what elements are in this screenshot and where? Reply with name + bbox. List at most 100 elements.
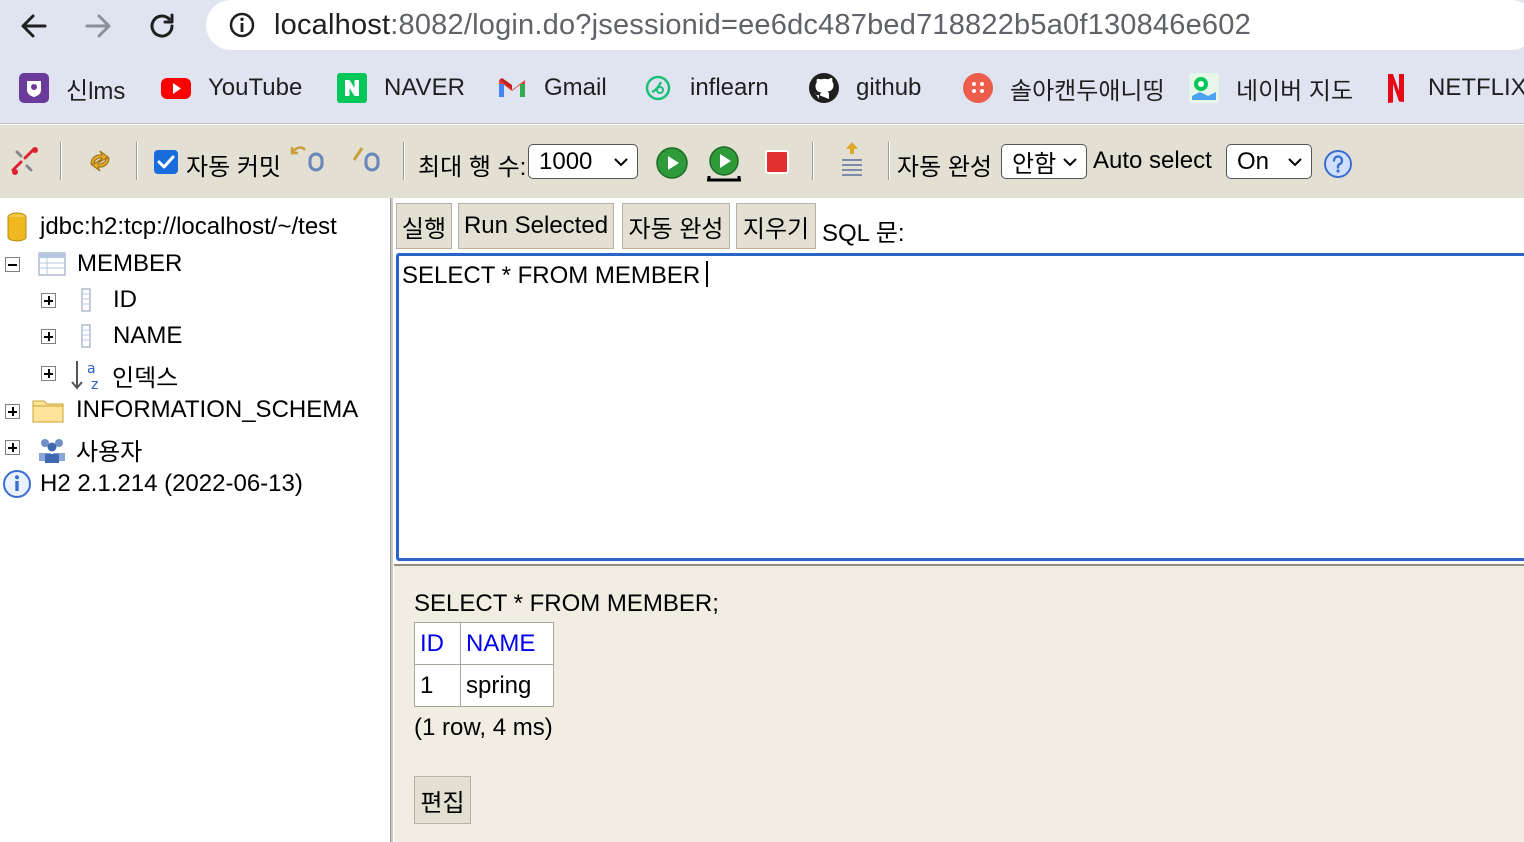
dots-icon <box>963 73 993 103</box>
commit-button[interactable] <box>350 141 386 177</box>
sort-az-icon: az <box>71 360 98 393</box>
github-icon <box>809 73 839 103</box>
schema-label: INFORMATION_SCHEMA <box>76 396 359 423</box>
info-icon[interactable] <box>228 11 256 39</box>
table-header-row: ID NAME <box>414 622 554 665</box>
pane-splitter[interactable] <box>390 198 393 842</box>
play-icon <box>656 147 688 179</box>
tree-table-member[interactable]: MEMBER <box>38 250 182 278</box>
run-button[interactable] <box>654 145 690 181</box>
table-icon <box>38 252 66 276</box>
expand-toggle[interactable] <box>5 440 20 455</box>
result-statement: SELECT * FROM MEMBER; <box>414 590 719 617</box>
auto-commit-checkbox[interactable] <box>152 148 180 176</box>
history-button[interactable] <box>834 139 870 181</box>
tree-indexes[interactable]: az 인덱스 <box>70 358 178 393</box>
toolbar-separator <box>888 142 890 180</box>
autocomplete-button[interactable]: 자동 완성 <box>622 203 730 249</box>
table-row: 1 spring <box>414 664 554 707</box>
users-label: 사용자 <box>76 439 143 466</box>
naver-map-icon <box>1189 73 1219 103</box>
column-header-id[interactable]: ID <box>414 622 461 665</box>
stop-icon <box>765 150 789 174</box>
stop-button[interactable] <box>762 147 792 177</box>
refresh-button[interactable] <box>82 143 118 179</box>
help-button[interactable] <box>1322 148 1354 180</box>
tree-column-id[interactable]: ID <box>80 286 137 314</box>
text-caret <box>706 261 708 287</box>
back-button[interactable] <box>14 6 54 46</box>
column-name: NAME <box>113 322 183 349</box>
history-icon <box>842 142 862 176</box>
bookmark-label: inflearn <box>690 74 769 101</box>
tree-connection[interactable]: jdbc:h2:tcp://localhost/~/test <box>6 212 337 242</box>
autocomplete-value: 안함 <box>1012 151 1057 178</box>
max-rows-select[interactable]: 1000 <box>528 144 638 179</box>
bookmark-label: NAVER <box>384 74 465 101</box>
bookmark-lms[interactable]: 신lms <box>18 70 125 106</box>
expand-toggle[interactable] <box>41 329 56 344</box>
disconnect-button[interactable] <box>6 143 42 179</box>
rollback-button[interactable] <box>290 141 330 177</box>
rollback-icon <box>290 146 324 172</box>
bookmark-github[interactable]: github <box>808 70 921 106</box>
edit-button[interactable]: 편집 <box>414 776 471 824</box>
checkbox-checked-icon <box>154 150 178 174</box>
commit-icon <box>352 147 380 172</box>
expand-toggle[interactable] <box>5 404 20 419</box>
auto-commit-label: 자동 커밋 <box>186 154 281 181</box>
bookmark-netflix[interactable]: NETFLIX <box>1380 70 1524 106</box>
reload-button[interactable] <box>142 6 182 46</box>
arrow-right-icon <box>85 14 111 38</box>
table-cell: spring <box>460 664 554 707</box>
toolbar-separator <box>403 142 405 180</box>
url-text: localhost:8082/login.do?jsessionid=ee6dc… <box>274 9 1251 42</box>
run-selected-text-button[interactable]: Run Selected <box>458 203 614 249</box>
forward-button[interactable] <box>78 6 118 46</box>
sql-editor[interactable]: SELECT * FROM MEMBER <box>396 253 1524 561</box>
youtube-icon <box>161 78 191 99</box>
auto-select-select[interactable]: On <box>1226 144 1312 179</box>
sql-statement-label: SQL 문: <box>822 220 905 247</box>
users-icon <box>39 438 65 463</box>
table-name: MEMBER <box>77 250 183 277</box>
execute-button[interactable]: 실행 <box>396 203 452 249</box>
column-name: ID <box>113 286 137 313</box>
help-icon <box>1324 150 1352 178</box>
autocomplete-select[interactable]: 안함 <box>1001 144 1087 179</box>
bookmark-youtube[interactable]: YouTube <box>160 70 302 106</box>
gmail-icon <box>499 78 525 97</box>
naver-icon <box>337 73 367 103</box>
clear-button[interactable]: 지우기 <box>736 203 816 249</box>
column-header-name[interactable]: NAME <box>460 622 554 665</box>
tree-information-schema[interactable]: INFORMATION_SCHEMA <box>32 396 358 424</box>
bookmark-solacandoanything[interactable]: 솔아캔두애니띵 <box>962 70 1165 106</box>
bookmark-gmail[interactable]: Gmail <box>496 70 607 106</box>
bookmark-label: 네이버 지도 <box>1236 77 1354 105</box>
address-bar[interactable]: localhost:8082/login.do?jsessionid=ee6dc… <box>206 0 1524 50</box>
netflix-icon <box>1388 74 1404 103</box>
tree-version: H2 2.1.214 (2022-06-13) <box>2 469 303 499</box>
browser-toolbar: localhost:8082/login.do?jsessionid=ee6dc… <box>0 0 1524 52</box>
collapse-toggle[interactable] <box>5 257 20 272</box>
run-selected-button[interactable] <box>704 143 744 183</box>
expand-toggle[interactable] <box>41 293 56 308</box>
bookmark-naver-map[interactable]: 네이버 지도 <box>1188 70 1353 106</box>
sql-editor-text: SELECT * FROM MEMBER <box>402 261 708 290</box>
tree-column-name[interactable]: NAME <box>80 322 182 350</box>
query-pane: 실행 Run Selected 자동 완성 지우기 SQL 문: SELECT … <box>394 198 1524 842</box>
bookmark-inflearn[interactable]: inflearn <box>642 70 769 106</box>
indexes-label: 인덱스 <box>112 365 179 392</box>
toolbar-separator <box>812 142 814 180</box>
chevron-down-icon <box>614 158 628 167</box>
bookmark-label: Gmail <box>544 74 607 101</box>
expand-toggle[interactable] <box>41 366 56 381</box>
arrow-left-icon <box>21 14 47 38</box>
folder-icon <box>32 400 64 423</box>
result-table: ID NAME 1 spring <box>414 622 554 707</box>
column-icon <box>81 324 91 348</box>
svg-text:z: z <box>91 377 98 393</box>
bookmark-naver[interactable]: NAVER <box>336 70 465 106</box>
connection-label: jdbc:h2:tcp://localhost/~/test <box>40 213 337 240</box>
tree-users[interactable]: 사용자 <box>36 432 142 467</box>
